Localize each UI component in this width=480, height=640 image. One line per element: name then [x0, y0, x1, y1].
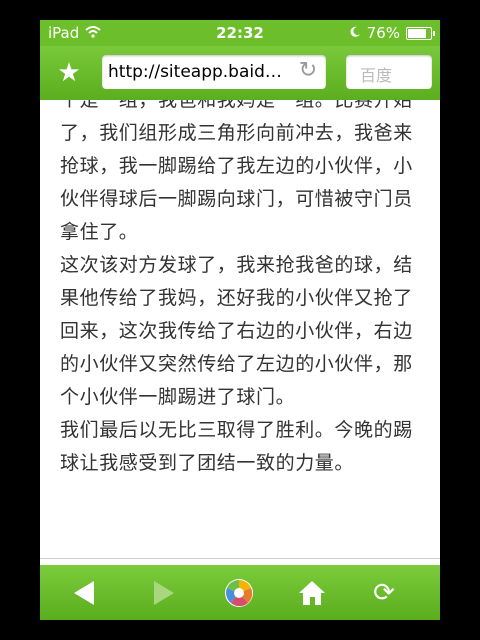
forward-icon [154, 580, 174, 605]
search-input[interactable]: 百度 [346, 55, 432, 89]
back-button[interactable] [56, 565, 112, 620]
moon-icon [349, 24, 361, 42]
color-wheel-icon [225, 578, 253, 607]
paragraph-1: 个是一组，我爸和我妈是一组。比赛开始了，我们组形成三角形向前冲去，我爸来抢球，我… [60, 100, 413, 243]
page-content[interactable]: 个是一组，我爸和我妈是一组。比赛开始了，我们组形成三角形向前冲去，我爸来抢球，我… [40, 100, 440, 558]
bottom-toolbar: ⟳ [40, 565, 440, 620]
home-icon [299, 580, 325, 605]
home-button[interactable] [284, 565, 340, 620]
refresh-button[interactable]: ⟳ [356, 565, 412, 620]
screen: iPad 22:32 76% ★ http://siteapp.baid… ↻ … [40, 20, 440, 620]
forward-button[interactable] [136, 565, 192, 620]
battery-icon [406, 26, 435, 40]
battery-fill [408, 28, 427, 38]
browser-toolbar: ★ http://siteapp.baid… ↻ 百度 [40, 46, 440, 100]
star-icon[interactable]: ★ [54, 58, 84, 88]
paragraph-2: 这次该对方发球了，我来抢我爸的球，结果他传给了我妈，还好我的小伙伴又抢了回来，这… [60, 254, 413, 408]
theme-button[interactable] [211, 565, 267, 620]
back-icon [74, 580, 94, 605]
paragraph-3: 我们最后以无比三取得了胜利。今晚的踢球让我感受到了团结一致的力量。 [60, 419, 413, 474]
url-bar[interactable]: http://siteapp.baid… ↻ [102, 55, 326, 89]
reload-icon[interactable]: ↻ [296, 59, 320, 83]
battery-percent: 76% [366, 24, 400, 42]
status-bar: iPad 22:32 76% [40, 20, 440, 46]
divider [40, 558, 440, 559]
url-text[interactable]: http://siteapp.baid… [108, 62, 288, 82]
refresh-icon: ⟳ [373, 577, 395, 608]
search-placeholder: 百度 [360, 66, 393, 85]
